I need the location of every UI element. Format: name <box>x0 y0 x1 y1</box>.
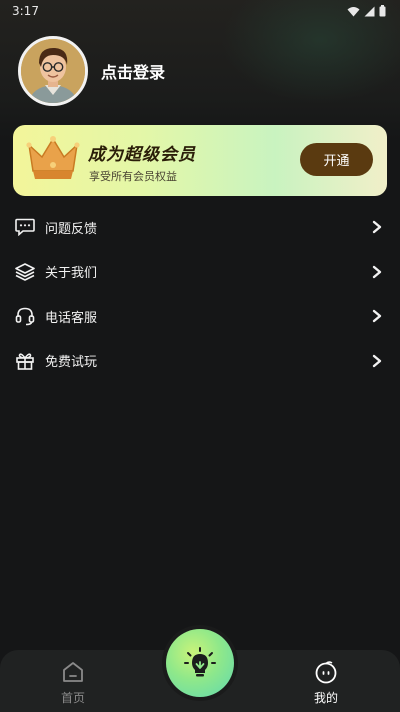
wifi-icon <box>347 6 360 16</box>
chevron-right-icon <box>372 354 382 367</box>
menu-item-label: 电话客服 <box>45 310 98 326</box>
gift-icon <box>14 350 36 372</box>
profile-header[interactable]: 点击登录 <box>18 36 165 106</box>
status-icons <box>347 5 386 17</box>
avatar-icon <box>21 39 85 103</box>
chevron-right-icon <box>372 310 382 323</box>
menu-item-label: 问题反馈 <box>45 221 98 237</box>
status-time: 3:17 <box>12 4 39 18</box>
profile-screen: 3:17 点击登录 成为超级会员 享受所有会员权益 开通 问题反馈 关于我们 电… <box>0 0 400 712</box>
chevron-right-icon <box>372 265 382 278</box>
feedback-icon <box>14 216 36 238</box>
menu-item-label: 关于我们 <box>45 266 98 282</box>
activate-vip-button[interactable]: 开通 <box>300 143 373 176</box>
lightbulb-icon <box>184 647 216 677</box>
vip-banner[interactable]: 成为超级会员 享受所有会员权益 开通 <box>13 125 387 196</box>
nav-home-label: 首页 <box>60 691 85 705</box>
login-text[interactable]: 点击登录 <box>101 59 165 83</box>
vip-subtitle: 享受所有会员权益 <box>89 170 177 183</box>
status-bar: 3:17 <box>0 0 400 22</box>
menu-item-phone-support[interactable]: 电话客服 <box>0 294 400 339</box>
headset-icon <box>14 305 36 327</box>
nav-home[interactable]: 首页 <box>43 660 103 706</box>
center-action-button[interactable] <box>166 629 234 697</box>
nav-mine[interactable]: 我的 <box>296 660 356 706</box>
mine-face-icon <box>315 661 337 684</box>
home-icon <box>63 662 83 682</box>
layers-icon <box>14 261 36 283</box>
settings-menu: 问题反馈 关于我们 电话客服 免费试玩 <box>0 205 400 383</box>
menu-item-about[interactable]: 关于我们 <box>0 250 400 295</box>
menu-item-feedback[interactable]: 问题反馈 <box>0 205 400 250</box>
menu-item-label: 免费试玩 <box>45 355 98 371</box>
vip-title: 成为超级会员 <box>88 145 196 165</box>
battery-icon <box>379 5 386 17</box>
nav-mine-label: 我的 <box>313 691 338 705</box>
menu-item-free-trial[interactable]: 免费试玩 <box>0 339 400 384</box>
crown-icon <box>26 136 80 179</box>
avatar[interactable] <box>18 36 88 106</box>
signal-icon <box>364 6 375 16</box>
chevron-right-icon <box>372 221 382 234</box>
